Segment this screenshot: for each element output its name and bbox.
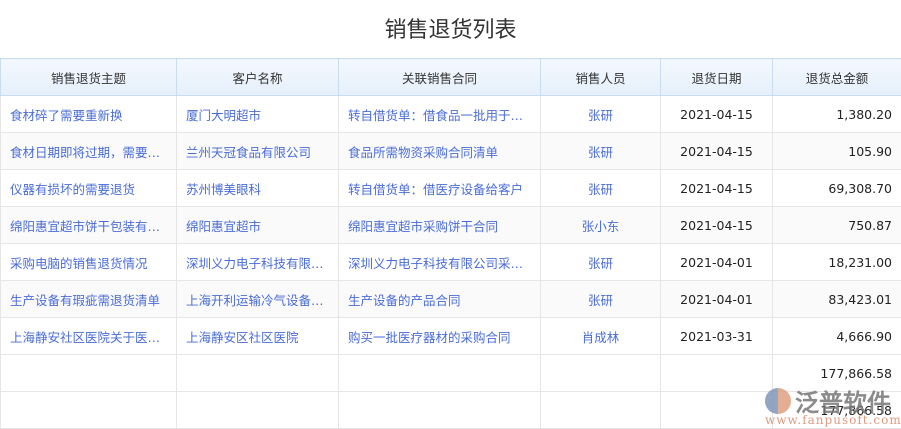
return-subject-link[interactable]: 生产设备有瑕疵需退货清单 <box>1 281 177 318</box>
salesperson-link[interactable]: 张研 <box>541 281 661 318</box>
contract-link[interactable]: 转自借货单：借食品一批用于展示 <box>339 96 541 133</box>
table-row[interactable]: 上海静安社区医院关于医疗器材退货上海静安区社区医院购买一批医疗器材的采购合同肖成… <box>1 318 901 355</box>
customer-link[interactable]: 上海开利运输冷气设备有限公司 <box>177 281 339 318</box>
column-header[interactable]: 退货总金额 <box>773 59 901 96</box>
customer-link[interactable]: 厦门大明超市 <box>177 96 339 133</box>
salesperson-link[interactable]: 张研 <box>541 133 661 170</box>
return-amount: 69,308.70 <box>773 170 901 207</box>
contract-link[interactable]: 深圳义力电子科技有限公司采购合同 <box>339 244 541 281</box>
contract-link[interactable]: 绵阳惠宜超市采购饼干合同 <box>339 207 541 244</box>
customer-link[interactable]: 上海静安区社区医院 <box>177 318 339 355</box>
table-header: 销售退货主题 客户名称 关联销售合同 销售人员 退货日期 退货总金额 <box>1 59 901 96</box>
contract-link[interactable]: 购买一批医疗器材的采购合同 <box>339 318 541 355</box>
return-subject-link[interactable]: 采购电脑的销售退货情况 <box>1 244 177 281</box>
empty-cell <box>177 355 339 392</box>
column-header[interactable]: 客户名称 <box>177 59 339 96</box>
column-header[interactable]: 退货日期 <box>661 59 773 96</box>
customer-link[interactable]: 苏州博美眼科 <box>177 170 339 207</box>
return-date: 2021-03-31 <box>661 318 773 355</box>
table-row[interactable]: 食材碎了需要重新换厦门大明超市转自借货单：借食品一批用于展示张研2021-04-… <box>1 96 901 133</box>
table-row[interactable]: 绵阳惠宜超市饼干包装有破损绵阳惠宜超市绵阳惠宜超市采购饼干合同张小东2021-0… <box>1 207 901 244</box>
return-date: 2021-04-15 <box>661 170 773 207</box>
return-amount: 105.90 <box>773 133 901 170</box>
salesperson-link[interactable]: 张研 <box>541 96 661 133</box>
return-date: 2021-04-01 <box>661 244 773 281</box>
salesperson-link[interactable]: 张研 <box>541 170 661 207</box>
return-date: 2021-04-15 <box>661 133 773 170</box>
empty-cell <box>1 355 177 392</box>
empty-cell <box>541 392 661 429</box>
column-header[interactable]: 销售人员 <box>541 59 661 96</box>
customer-link[interactable]: 深圳义力电子科技有限公司 <box>177 244 339 281</box>
return-date: 2021-04-01 <box>661 281 773 318</box>
return-subject-link[interactable]: 绵阳惠宜超市饼干包装有破损 <box>1 207 177 244</box>
salesperson-link[interactable]: 张研 <box>541 244 661 281</box>
empty-cell <box>661 392 773 429</box>
contract-link[interactable]: 转自借货单：借医疗设备给客户 <box>339 170 541 207</box>
watermark: 泛普软件 www.fanpusoft.com <box>765 383 891 418</box>
empty-cell <box>177 392 339 429</box>
page-title: 销售退货列表 <box>0 0 901 58</box>
return-subject-link[interactable]: 食材日期即将过期，需要退货 <box>1 133 177 170</box>
return-date: 2021-04-15 <box>661 207 773 244</box>
empty-cell <box>339 355 541 392</box>
return-amount: 18,231.00 <box>773 244 901 281</box>
contract-link[interactable]: 生产设备的产品合同 <box>339 281 541 318</box>
customer-link[interactable]: 兰州天冠食品有限公司 <box>177 133 339 170</box>
empty-cell <box>339 392 541 429</box>
salesperson-link[interactable]: 肖成林 <box>541 318 661 355</box>
empty-cell <box>661 355 773 392</box>
return-date: 2021-04-15 <box>661 96 773 133</box>
return-subject-link[interactable]: 上海静安社区医院关于医疗器材退货 <box>1 318 177 355</box>
return-amount: 83,423.01 <box>773 281 901 318</box>
table-row[interactable]: 生产设备有瑕疵需退货清单上海开利运输冷气设备有限公司生产设备的产品合同张研202… <box>1 281 901 318</box>
empty-cell <box>541 355 661 392</box>
column-header[interactable]: 关联销售合同 <box>339 59 541 96</box>
return-subject-link[interactable]: 仪器有损坏的需要退货 <box>1 170 177 207</box>
table-row[interactable]: 食材日期即将过期，需要退货兰州天冠食品有限公司食品所需物资采购合同清单张研202… <box>1 133 901 170</box>
empty-cell <box>1 392 177 429</box>
customer-link[interactable]: 绵阳惠宜超市 <box>177 207 339 244</box>
salesperson-link[interactable]: 张小东 <box>541 207 661 244</box>
table-row[interactable]: 仪器有损坏的需要退货苏州博美眼科转自借货单：借医疗设备给客户张研2021-04-… <box>1 170 901 207</box>
watermark-url: www.fanpusoft.com <box>765 413 901 427</box>
return-amount: 4,666.90 <box>773 318 901 355</box>
return-subject-link[interactable]: 食材碎了需要重新换 <box>1 96 177 133</box>
return-amount: 1,380.20 <box>773 96 901 133</box>
return-amount: 750.87 <box>773 207 901 244</box>
sales-return-table: 销售退货主题 客户名称 关联销售合同 销售人员 退货日期 退货总金额 食材碎了需… <box>0 58 901 429</box>
fanpu-logo-icon <box>765 388 791 414</box>
column-header[interactable]: 销售退货主题 <box>1 59 177 96</box>
table-row[interactable]: 采购电脑的销售退货情况深圳义力电子科技有限公司深圳义力电子科技有限公司采购合同张… <box>1 244 901 281</box>
contract-link[interactable]: 食品所需物资采购合同清单 <box>339 133 541 170</box>
